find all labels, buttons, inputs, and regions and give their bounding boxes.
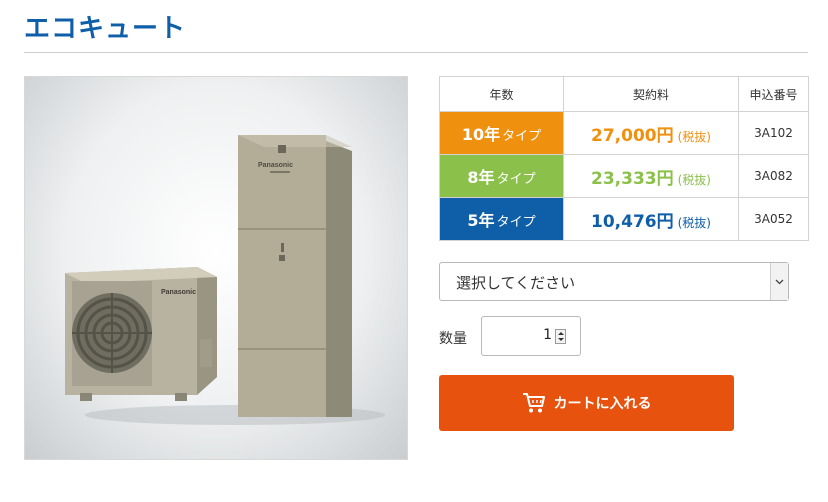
price-cell: 10,476円 (税抜) [563,197,739,241]
price-amount: 10,476円 [591,211,674,232]
spin-down-icon[interactable] [558,338,564,341]
unit-brand-logo: Panasonic [161,289,196,296]
type-suffix: タイプ [496,215,536,230]
application-code: 3A052 [738,197,809,241]
price-tax-note: (税抜) [677,215,711,230]
price-tax-note: (税抜) [677,172,711,187]
cart-icon [522,393,545,413]
tank-brand-logo: Panasonic [258,162,293,169]
type-years: 5年 [467,211,495,230]
price-amount: 23,333円 [591,168,674,189]
type-suffix: タイプ [496,172,536,187]
type-cell-8yr: 8年 タイプ [439,154,564,198]
select-value: 選択してください [456,274,576,292]
add-to-cart-button[interactable]: カートに入れる [439,375,734,431]
page-title: エコキュート [24,14,187,44]
price-cell: 27,000円 (税抜) [563,111,739,155]
table-row: 5年 タイプ 10,476円 (税抜) 3A052 [439,197,809,241]
header-years: 年数 [439,76,564,112]
type-cell-5yr: 5年 タイプ [439,197,564,241]
title-divider [24,52,808,53]
price-amount: 27,000円 [591,125,674,146]
table-header-row: 年数 契約料 申込番号 [439,76,809,112]
spinner-icon[interactable] [555,329,566,344]
cart-button-label: カートに入れる [553,396,652,412]
price-tax-note: (税抜) [677,129,711,144]
type-cell-10yr: 10年 タイプ [439,111,564,155]
hot-water-tank: Panasonic [238,135,352,417]
type-years: 8年 [467,168,495,187]
plan-type-select[interactable]: 選択してください [439,262,789,301]
chevron-down-icon[interactable] [770,263,788,300]
table-row: 10年 タイプ 27,000円 (税抜) 3A102 [439,111,809,155]
header-code: 申込番号 [738,76,809,112]
application-code: 3A102 [738,111,809,155]
quantity-stepper[interactable]: 1 [481,316,581,356]
heat-pump-unit: Panasonic [65,267,217,401]
price-table: 年数 契約料 申込番号 10年 タイプ 27,000円 (税抜) 3A102 8年タ… [439,76,809,241]
price-cell: 23,333円 (税抜) [563,154,739,198]
header-fee: 契約料 [563,76,739,112]
product-image: Panasonic Panasonic [24,76,408,460]
spin-up-icon[interactable] [558,332,564,335]
quantity-value: 1 [543,327,552,343]
type-suffix: タイプ [502,129,542,144]
table-row: 8年 タイプ 23,333円 (税抜) 3A082 [439,154,809,198]
application-code: 3A082 [738,154,809,198]
type-years: 10年 [461,125,501,144]
quantity-label: 数量 [439,331,467,347]
